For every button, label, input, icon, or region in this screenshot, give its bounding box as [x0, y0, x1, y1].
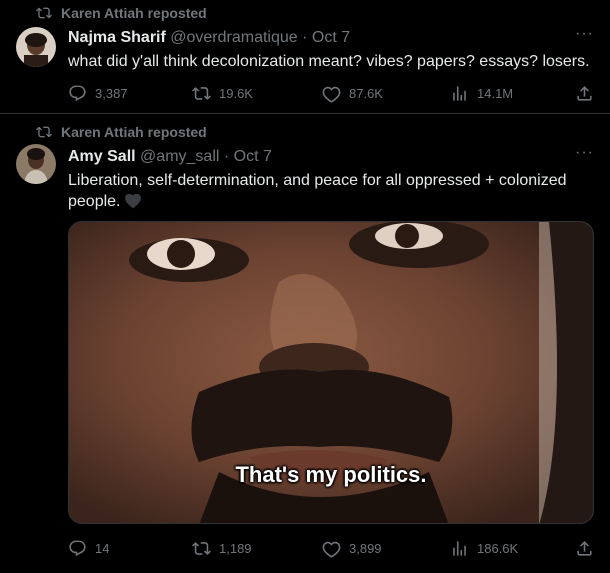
repost-count: 1,189	[219, 540, 252, 556]
like-count: 3,899	[349, 540, 382, 556]
views-button[interactable]: 186.6K	[450, 539, 518, 558]
tweet-actions: 14 1,189 3,899 186.6K	[68, 538, 594, 558]
tweet-text: Liberation, self-determination, and peac…	[68, 170, 594, 212]
repost-button[interactable]: 19.6K	[192, 84, 253, 103]
share-button[interactable]	[575, 539, 594, 558]
separator-dot: ·	[223, 148, 230, 165]
tweet-date[interactable]: Oct 7	[234, 148, 272, 165]
repost-icon	[192, 541, 211, 555]
tweet-header: Najma Sharif @overdramatique · Oct 7	[68, 28, 594, 48]
repost-icon	[192, 86, 211, 100]
avatar-image	[16, 144, 56, 184]
video-caption: That's my politics.	[235, 462, 427, 487]
tweet[interactable]: Karen Attiah reposted Najma Sharif @over…	[0, 0, 610, 114]
tweet-text: what did y'all think decolonization mean…	[68, 53, 590, 70]
tweet-header: Amy Sall @amy_sall · Oct 7	[68, 147, 594, 167]
more-icon[interactable]: ···	[575, 26, 594, 42]
views-button[interactable]: 14.1M	[450, 84, 513, 103]
reply-button[interactable]: 3,387	[68, 84, 128, 103]
black-heart-emoji-icon	[124, 194, 141, 209]
reply-button[interactable]: 14	[68, 539, 109, 558]
share-icon	[577, 540, 592, 556]
repost-button[interactable]: 1,189	[192, 539, 252, 558]
reply-count: 14	[95, 540, 110, 556]
avatar-image	[16, 27, 56, 67]
reply-count: 3,387	[95, 85, 128, 101]
views-icon	[453, 540, 466, 556]
reply-icon	[69, 85, 86, 101]
views-count: 186.6K	[477, 540, 519, 556]
heart-icon	[322, 86, 341, 103]
share-icon	[577, 85, 592, 101]
author-name[interactable]: Najma Sharif	[68, 29, 166, 46]
avatar[interactable]	[16, 27, 56, 67]
views-count: 14.1M	[477, 85, 514, 101]
avatar[interactable]	[16, 144, 56, 184]
repost-icon	[36, 126, 52, 138]
repost-icon	[36, 7, 52, 19]
author-name[interactable]: Amy Sall	[68, 148, 136, 165]
separator-dot: ·	[302, 29, 308, 46]
repost-count: 19.6K	[219, 85, 253, 101]
share-button[interactable]	[575, 84, 594, 103]
repost-label: Karen Attiah reposted	[61, 124, 207, 140]
reply-icon	[69, 540, 86, 556]
like-button[interactable]: 3,899	[322, 539, 382, 558]
author-handle[interactable]: @amy_sall	[140, 148, 219, 165]
tweet-text-content: Liberation, self-determination, and peac…	[68, 172, 567, 210]
tweet-date[interactable]: Oct 7	[312, 29, 350, 46]
repost-context[interactable]: Karen Attiah reposted	[36, 5, 207, 21]
tweet-media-video[interactable]: That's my politics.	[68, 221, 594, 524]
like-count: 87.6K	[349, 85, 383, 101]
tweet-actions: 3,387 19.6K 87.6K 14.1M	[68, 83, 594, 103]
more-icon[interactable]: ···	[575, 145, 594, 161]
repost-label: Karen Attiah reposted	[61, 5, 207, 21]
views-icon	[453, 85, 466, 101]
like-button[interactable]: 87.6K	[322, 84, 383, 103]
author-handle[interactable]: @overdramatique	[170, 29, 297, 46]
heart-icon	[322, 541, 341, 558]
repost-context[interactable]: Karen Attiah reposted	[36, 124, 207, 140]
tweet[interactable]: Karen Attiah reposted Amy Sall @amy_sall…	[0, 114, 610, 573]
